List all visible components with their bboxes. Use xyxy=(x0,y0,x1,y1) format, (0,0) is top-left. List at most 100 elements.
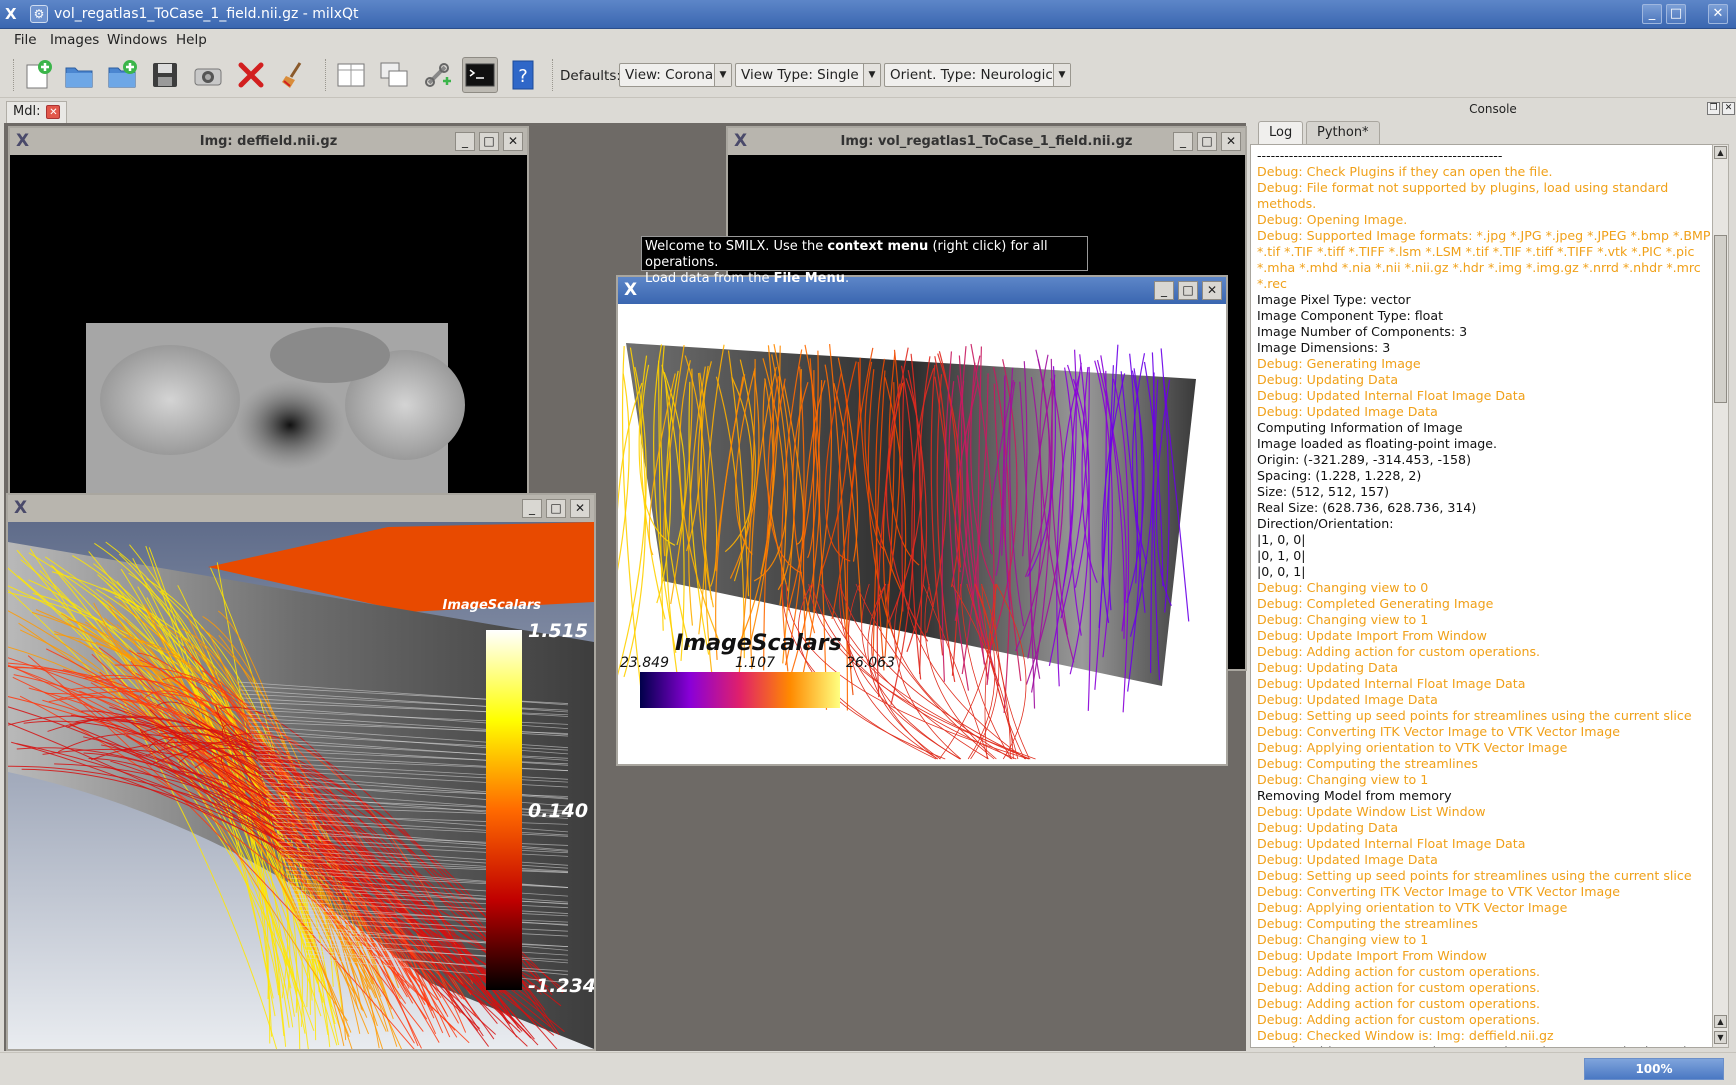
subwindow-maximize-button[interactable]: □ xyxy=(546,499,566,518)
open-folder-button[interactable] xyxy=(61,57,97,93)
console-scrollbar[interactable]: ▲ ▲ ▼ xyxy=(1712,144,1729,1048)
close-button[interactable]: ✕ xyxy=(1708,4,1728,24)
subwindow-minimize-button[interactable]: _ xyxy=(455,132,475,151)
console-debug-line: Debug: Adding action for custom operatio… xyxy=(1257,980,1541,995)
subwindow-close-button[interactable]: ✕ xyxy=(1221,132,1241,151)
menu-windows[interactable]: Windows xyxy=(107,32,167,48)
subwindow-titlebar[interactable]: X _ □ ✕ xyxy=(8,495,594,522)
subwindow-streamlines-center[interactable]: X _ □ ✕ ImageScalars 23.849 1.107 26.063 xyxy=(616,275,1228,766)
colorbar xyxy=(486,630,522,990)
subwindow-maximize-button[interactable]: □ xyxy=(1178,281,1198,300)
red-x-icon xyxy=(238,62,264,88)
subwindow-titlebar[interactable]: X Img: vol_regatlas1_ToCase_1_field.nii.… xyxy=(728,128,1245,155)
tab-model[interactable]: Mdl: ✕ xyxy=(6,101,68,123)
scroll-down-icon[interactable]: ▼ xyxy=(1714,1031,1727,1044)
scroll-up-icon[interactable]: ▲ xyxy=(1714,1015,1727,1028)
subwindow-minimize-button[interactable]: _ xyxy=(1173,132,1193,151)
console-debug-line: Debug: Checked Window is: Img: deffield.… xyxy=(1257,1028,1554,1043)
tab-log[interactable]: Log xyxy=(1258,121,1304,144)
console-debug-line: Debug: Updated Internal Float Image Data xyxy=(1257,836,1526,851)
main-titlebar[interactable]: X ⚙ vol_regatlas1_ToCase_1_field.nii.gz … xyxy=(0,0,1736,29)
console-debug-line: Debug: Adding action for custom operatio… xyxy=(1257,964,1541,979)
screenshot-button[interactable] xyxy=(190,57,226,93)
dock-float-button[interactable]: ❐ xyxy=(1707,102,1720,115)
subwindow-titlebar[interactable]: X Img: deffield.nii.gz _ □ ✕ xyxy=(10,128,527,155)
scroll-thumb[interactable] xyxy=(1714,235,1727,403)
orient-type-combo[interactable]: Orient. Type: Neurological ▼ xyxy=(884,63,1071,87)
camera-icon xyxy=(194,68,222,86)
window-menu-icon[interactable]: ⚙ xyxy=(30,5,48,23)
view-type-combo[interactable]: View Type: Single ▼ xyxy=(735,63,881,87)
console-debug-line: Debug: Opening Image. xyxy=(1257,212,1408,227)
console-info-line: Image Number of Components: 3 xyxy=(1257,324,1468,339)
open-series-button[interactable] xyxy=(104,57,140,93)
menu-help[interactable]: Help xyxy=(176,32,207,48)
cascade-windows-button[interactable] xyxy=(376,57,412,93)
save-button[interactable] xyxy=(147,57,183,93)
subwindow-streamlines-left[interactable]: X _ □ ✕ ImageScalars 1.515 0.140 -1.234 xyxy=(6,493,596,1051)
console-info-line: Image Dimensions: 3 xyxy=(1257,340,1391,355)
tab-python[interactable]: Python* xyxy=(1306,121,1380,144)
console-info-line: ----------------------------------------… xyxy=(1257,148,1503,163)
console-debug-line: Debug: Updated Internal Float Image Data xyxy=(1257,388,1526,403)
console-debug-line: Debug: Updated Image Data xyxy=(1257,692,1438,707)
console-info-line: |0, 0, 1| xyxy=(1257,564,1306,579)
console-info-line: Origin: (-321.289, -314.453, -158) xyxy=(1257,452,1471,467)
subwindow-maximize-button[interactable]: □ xyxy=(1197,132,1217,151)
help-button[interactable]: ? xyxy=(505,57,541,93)
legend-min-label: -1.234 xyxy=(528,975,594,997)
subwindow-minimize-button[interactable]: _ xyxy=(522,499,542,518)
console-dock: Log Python* ----------------------------… xyxy=(1250,118,1736,1052)
console-debug-line: Debug: Updated Image Data xyxy=(1257,404,1438,419)
chevron-down-icon: ▼ xyxy=(714,64,731,86)
render-viewport-center[interactable]: ImageScalars 23.849 1.107 26.063 xyxy=(618,304,1226,764)
minimize-button[interactable]: _ xyxy=(1642,4,1662,24)
console-info-line: Found multi-component scalars. Not using… xyxy=(1257,1044,1717,1047)
subwindow-minimize-button[interactable]: _ xyxy=(1154,281,1174,300)
subwindow-maximize-button[interactable]: □ xyxy=(479,132,499,151)
console-info-line: Size: (512, 512, 157) xyxy=(1257,484,1390,499)
console-info-line: Removing Model from memory xyxy=(1257,788,1452,803)
menu-images[interactable]: Images xyxy=(50,32,99,48)
console-debug-line: Debug: Changing view to 1 xyxy=(1257,772,1429,787)
console-log[interactable]: ----------------------------------------… xyxy=(1250,144,1720,1048)
terminal-icon xyxy=(465,63,495,87)
new-file-icon xyxy=(26,60,52,89)
subwindow-close-button[interactable]: ✕ xyxy=(1202,281,1222,300)
image-viewport-deffield[interactable] xyxy=(10,155,527,494)
toolbar: ? Defaults: View: Coronal ▼ View Type: S… xyxy=(0,52,1736,98)
dock-close-button[interactable]: ✕ xyxy=(1722,102,1735,115)
scroll-up-icon[interactable]: ▲ xyxy=(1714,146,1727,159)
subwindow-deffield[interactable]: X Img: deffield.nii.gz _ □ ✕ xyxy=(8,126,529,496)
console-debug-line: Debug: Converting ITK Vector Image to VT… xyxy=(1257,724,1620,739)
subwindow-close-button[interactable]: ✕ xyxy=(503,132,523,151)
streamlines-render-left: ImageScalars 1.515 0.140 -1.234 xyxy=(8,522,594,1049)
window-title: vol_regatlas1_ToCase_1_field.nii.gz - mi… xyxy=(54,6,359,22)
menu-file[interactable]: File xyxy=(14,32,37,48)
svg-text:?: ? xyxy=(518,66,528,87)
close-tab-icon[interactable]: ✕ xyxy=(46,105,61,119)
console-debug-line: Debug: Check Plugins if they can open th… xyxy=(1257,164,1553,179)
console-debug-line: Debug: Updating Data xyxy=(1257,660,1399,675)
legend-max-label: 1.515 xyxy=(528,620,588,642)
console-toggle-button[interactable] xyxy=(462,57,498,93)
toolbar-separator xyxy=(325,59,328,91)
clear-button[interactable] xyxy=(276,57,312,93)
subwindow-title: Img: deffield.nii.gz xyxy=(199,134,338,149)
link-windows-button[interactable] xyxy=(419,57,455,93)
tile-windows-button[interactable] xyxy=(333,57,369,93)
close-image-button[interactable] xyxy=(233,57,269,93)
view-combo[interactable]: View: Coronal ▼ xyxy=(619,63,732,87)
milx-x-icon: X xyxy=(5,5,17,23)
orient-type-combo-value: Orient. Type: Neurological xyxy=(890,67,1065,83)
status-bar: 100% xyxy=(0,1052,1736,1085)
tooltip-bold-file-menu: File Menu xyxy=(773,271,845,286)
subwindow-close-button[interactable]: ✕ xyxy=(570,499,590,518)
progress-text: 100% xyxy=(1635,1062,1673,1076)
render-viewport-left[interactable]: ImageScalars 1.515 0.140 -1.234 xyxy=(8,522,594,1049)
maximize-button[interactable]: □ xyxy=(1666,4,1686,24)
broom-icon xyxy=(282,62,302,88)
console-dock-titlebar[interactable]: Console ❐ ✕ xyxy=(1250,100,1736,118)
toolbar-separator xyxy=(552,59,555,91)
new-file-button[interactable] xyxy=(19,57,55,93)
